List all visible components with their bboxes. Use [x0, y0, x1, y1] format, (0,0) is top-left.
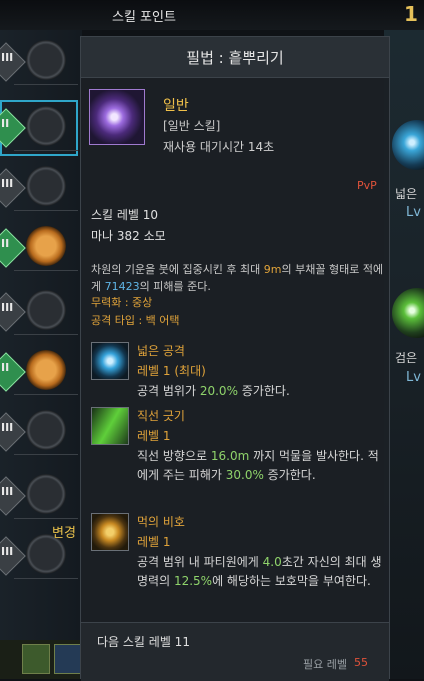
tripod-level: 레벨 1 — [137, 429, 171, 443]
tripod-level-text: III — [1, 51, 14, 64]
wide-attack-icon — [91, 342, 129, 380]
skill-points-label: 스킬 포인트 — [112, 10, 176, 25]
skill-row[interactable]: II — [0, 220, 78, 276]
tripod-2: 직선 긋기 레벨 1 직선 방향으로 16.0m 까지 먹물을 발사한다. 적에… — [91, 407, 391, 507]
rune-slot-icon[interactable] — [26, 474, 66, 514]
right-skill-2-label: 검은 — [395, 351, 418, 365]
skill-row[interactable]: III — [0, 284, 78, 340]
right-skill-1-label: 넓은 — [395, 187, 418, 201]
skill-cooldown: 재사용 대기시간 14초 — [163, 140, 275, 154]
neutralize-attr: 무력화 : 중상 — [91, 296, 153, 309]
row-divider — [14, 270, 78, 271]
required-level-label: 필요 레벨 — [303, 658, 347, 671]
top-bar: 스킬 포인트 1 — [0, 0, 424, 30]
tripod-level-text: III — [1, 421, 14, 434]
row-divider — [14, 334, 78, 335]
row-divider — [14, 394, 78, 395]
skill-icon — [89, 89, 145, 145]
rune-slot-icon[interactable] — [26, 106, 66, 146]
row-divider — [14, 210, 78, 211]
skill-row[interactable]: III — [0, 468, 78, 524]
row-divider — [14, 150, 78, 151]
skill-description: 차원의 기운을 붓에 집중시킨 후 최대 9m의 부채꼴 형태로 적에게 714… — [91, 263, 384, 293]
quickbar-slot-1-icon[interactable] — [22, 644, 50, 674]
rune-slot-icon[interactable] — [26, 166, 66, 206]
tripod-level-text: II — [1, 237, 10, 250]
skill-tooltip-panel: 필법 : 흩뿌리기 일반 [일반 스킬] 재사용 대기시간 14초 PvP 스킬… — [80, 36, 391, 681]
skill-row[interactable]: III — [0, 160, 78, 216]
tripod-desc: 직선 방향으로 16.0m 까지 먹물을 발사한다. 적에게 주는 피해가 30… — [137, 449, 379, 482]
pvp-badge: PvP — [357, 179, 377, 192]
tripod-1: 넓은 공격 레벨 1 (최대) 공격 범위가 20.0% 증가한다. — [91, 342, 391, 402]
tripod-name: 넓은 공격 — [137, 344, 185, 358]
skill-row[interactable]: II — [0, 344, 78, 400]
skill-title: 필법 : 흩뿌리기 — [186, 49, 284, 67]
next-level-box: 다음 스킬 레벨 11 필요 레벨 55 — [81, 622, 389, 681]
row-divider — [14, 454, 78, 455]
tooltip-header: 필법 : 흩뿌리기 — [81, 37, 389, 78]
row-divider — [14, 518, 78, 519]
ink-protection-icon — [91, 513, 129, 551]
skill-level: 스킬 레벨 10 — [91, 208, 159, 222]
skill-points-value: 1 — [404, 2, 418, 26]
rune-slot-icon[interactable] — [26, 40, 66, 80]
right-skill-2-level: Lv — [406, 370, 421, 385]
required-level-value: 55 — [354, 656, 368, 669]
row-divider — [14, 578, 78, 579]
skill-category: [일반 스킬] — [163, 119, 221, 133]
skill-row[interactable]: III — [0, 34, 78, 90]
rune-slot-icon[interactable] — [26, 350, 66, 390]
tripod-name: 먹의 비호 — [137, 515, 185, 529]
quickbar-slot-2-icon[interactable] — [54, 644, 82, 674]
tripod-3: 먹의 비호 레벨 1 공격 범위 내 파티원에게 4.0초간 자신의 최대 생명… — [91, 513, 391, 613]
rune-slot-icon[interactable] — [26, 410, 66, 450]
skill-row[interactable]: III — [0, 404, 78, 460]
tripod-level: 레벨 1 — [137, 535, 171, 549]
attack-type-attr: 공격 타입 : 백 어택 — [91, 314, 180, 327]
mana-cost: 마나 382 소모 — [91, 229, 166, 243]
tripod-level-text: III — [1, 177, 14, 190]
straight-line-icon — [91, 407, 129, 445]
desc-range: 9m — [263, 263, 282, 276]
tripod-name: 직선 긋기 — [137, 409, 185, 423]
rune-slot-icon[interactable] — [26, 226, 66, 266]
tripod-level: 레벨 1 (최대) — [137, 364, 206, 378]
right-skill-1-level: Lv — [406, 205, 421, 220]
tripod-level-text: III — [1, 301, 14, 314]
tripod-level-text: III — [1, 485, 14, 498]
next-level-label: 다음 스킬 레벨 11 — [97, 635, 190, 649]
row-divider — [14, 84, 78, 85]
change-label[interactable]: 변경 — [52, 522, 76, 541]
skill-type: 일반 — [163, 98, 189, 114]
tripod-desc: 공격 범위가 20.0% 증가한다. — [137, 384, 290, 398]
tripod-desc: 공격 범위 내 파티원에게 4.0초간 자신의 최대 생명력의 12.5%에 해… — [137, 555, 382, 588]
tripod-level-text: II — [1, 361, 10, 374]
skill-row[interactable]: II — [0, 100, 78, 156]
desc-damage: 71423 — [104, 280, 140, 293]
tripod-level-text: II — [1, 117, 10, 130]
rune-slot-icon[interactable] — [26, 290, 66, 330]
tripod-level-text: III — [1, 545, 14, 558]
